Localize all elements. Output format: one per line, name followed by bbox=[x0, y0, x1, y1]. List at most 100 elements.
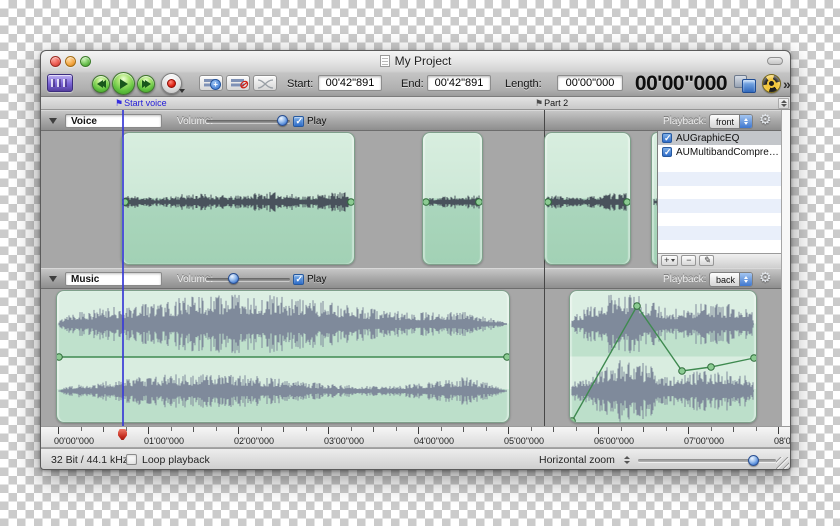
envelope-point[interactable] bbox=[570, 417, 576, 422]
disclosure-triangle-icon[interactable] bbox=[49, 118, 57, 124]
marker-label: Part 2 bbox=[544, 98, 569, 108]
zoom-slider-knob[interactable] bbox=[748, 455, 760, 466]
effect-row[interactable]: AUMultibandCompre… bbox=[658, 145, 781, 159]
popup-arrows-icon bbox=[739, 115, 752, 128]
rewind-button[interactable] bbox=[92, 75, 110, 93]
record-options-arrow-icon[interactable] bbox=[179, 89, 185, 93]
play-button[interactable] bbox=[112, 72, 135, 95]
music-name-field[interactable] bbox=[65, 272, 162, 286]
toolbar-overflow-chevron[interactable]: » bbox=[783, 76, 790, 92]
front-layer-icon bbox=[742, 79, 756, 93]
music-track-lane[interactable] bbox=[41, 289, 790, 426]
gear-icon[interactable]: ⚙ bbox=[759, 111, 772, 128]
ruler-tick bbox=[350, 427, 352, 431]
play-checkbox[interactable] bbox=[293, 274, 304, 285]
arrow-down-icon bbox=[624, 461, 630, 464]
fast-forward-button[interactable] bbox=[137, 75, 155, 93]
voice-volume-knob[interactable] bbox=[276, 115, 288, 126]
playback-label: Playback: bbox=[663, 274, 707, 285]
scroll-stepper[interactable] bbox=[778, 98, 789, 109]
toolbar-toggle-button[interactable] bbox=[767, 57, 783, 65]
effects-panel: AUGraphicEQ AUMultibandCompre… + − ✎ bbox=[657, 131, 781, 268]
zoom-stepper[interactable] bbox=[622, 453, 632, 467]
ruler-tick bbox=[328, 427, 329, 434]
add-effect-button[interactable]: + bbox=[661, 255, 679, 267]
window-layers-icon[interactable] bbox=[733, 73, 758, 94]
ruler-label: 00'00"000 bbox=[54, 436, 94, 446]
title-area: My Project bbox=[41, 51, 790, 71]
marker-flag-icon: ⚑ bbox=[115, 98, 124, 108]
tape-icon[interactable] bbox=[47, 74, 73, 92]
waveform-svg bbox=[57, 294, 509, 408]
envelope-point[interactable] bbox=[633, 302, 641, 310]
title-bar[interactable]: My Project bbox=[41, 51, 790, 71]
voice-name-field[interactable] bbox=[65, 114, 162, 128]
loop-checkbox[interactable] bbox=[126, 454, 137, 465]
audio-region[interactable] bbox=[121, 132, 355, 265]
waveform-svg bbox=[570, 294, 756, 422]
envelope-point[interactable] bbox=[347, 198, 354, 206]
waveform-svg bbox=[122, 192, 354, 212]
marker-start-voice[interactable]: ⚑ Start voice bbox=[115, 98, 167, 108]
effect-label: AUGraphicEQ bbox=[676, 132, 740, 144]
audio-region[interactable] bbox=[544, 132, 631, 265]
empty-row bbox=[658, 172, 781, 186]
playback-popup[interactable]: front bbox=[709, 114, 753, 129]
envelope-point[interactable] bbox=[623, 198, 630, 206]
toolbar: + ⊘ Start: End: Length: 00'00"000 bbox=[41, 71, 790, 97]
envelope-point[interactable] bbox=[475, 198, 482, 206]
envelope-point[interactable] bbox=[707, 363, 715, 371]
document-proxy-icon[interactable] bbox=[379, 55, 390, 67]
window-title: My Project bbox=[394, 54, 452, 68]
voice-track-lane[interactable]: AUGraphicEQ AUMultibandCompre… + − ✎ bbox=[41, 131, 790, 268]
end-field[interactable] bbox=[427, 75, 491, 91]
disclosure-triangle-icon[interactable] bbox=[49, 276, 57, 282]
ruler-tick bbox=[283, 427, 284, 432]
playhead-pin-icon[interactable] bbox=[118, 429, 127, 440]
music-track-header: Volume: Play Playback: back ⚙ bbox=[41, 268, 790, 289]
ruler-tick bbox=[508, 427, 509, 434]
remove-effect-button[interactable]: − bbox=[681, 255, 697, 267]
prohibit-badge-icon: ⊘ bbox=[238, 79, 248, 91]
plus-badge-icon: + bbox=[210, 79, 221, 90]
format-info: 32 Bit / 44.1 kHz bbox=[51, 454, 129, 466]
effect-label: AUMultibandCompre… bbox=[676, 146, 779, 158]
effect-row[interactable]: AUGraphicEQ bbox=[658, 131, 781, 145]
timeline-ruler[interactable]: 00'00"000 01'00"000 02'00"000 03'00"000 … bbox=[41, 426, 790, 448]
vertical-scrollbar[interactable] bbox=[781, 110, 790, 426]
envelope-point[interactable] bbox=[678, 367, 686, 375]
marker-strip[interactable]: ⚑ Start voice ⚑ Part 2 bbox=[41, 97, 790, 110]
audio-region[interactable] bbox=[422, 132, 483, 265]
envelope-point[interactable] bbox=[545, 198, 552, 206]
envelope-point[interactable] bbox=[750, 354, 756, 362]
end-label: End: bbox=[401, 78, 424, 90]
length-field[interactable] bbox=[557, 75, 623, 91]
effect-checkbox[interactable] bbox=[662, 133, 672, 144]
ruler-label: 07'00"000 bbox=[684, 436, 724, 446]
ruler-tick bbox=[170, 427, 172, 431]
gear-icon[interactable]: ⚙ bbox=[759, 269, 772, 286]
effect-checkbox[interactable] bbox=[662, 147, 672, 158]
envelope-point[interactable] bbox=[57, 353, 63, 361]
volume-slider[interactable] bbox=[206, 278, 290, 281]
ruler-tick bbox=[58, 427, 59, 434]
resize-grip[interactable] bbox=[776, 457, 789, 469]
audio-region[interactable] bbox=[56, 290, 510, 423]
empty-row bbox=[658, 186, 781, 199]
edit-effect-button[interactable]: ✎ bbox=[699, 255, 715, 267]
audio-region[interactable] bbox=[569, 290, 757, 423]
ruler-tick bbox=[80, 427, 82, 431]
playhead-line[interactable] bbox=[122, 110, 124, 426]
delete-track-button[interactable]: ⊘ bbox=[226, 75, 250, 91]
crossfade-button[interactable] bbox=[253, 75, 277, 91]
marker-part-2[interactable]: ⚑ Part 2 bbox=[535, 98, 568, 108]
burn-icon[interactable] bbox=[762, 74, 781, 93]
ruler-label: 04'00"000 bbox=[414, 436, 454, 446]
playback-popup[interactable]: back bbox=[709, 272, 753, 287]
start-field[interactable] bbox=[318, 75, 382, 91]
music-volume-knob[interactable] bbox=[227, 273, 239, 284]
add-track-button[interactable]: + bbox=[199, 75, 223, 91]
envelope-point[interactable] bbox=[423, 198, 430, 206]
play-checkbox[interactable] bbox=[293, 116, 304, 127]
envelope-point[interactable] bbox=[503, 353, 509, 361]
